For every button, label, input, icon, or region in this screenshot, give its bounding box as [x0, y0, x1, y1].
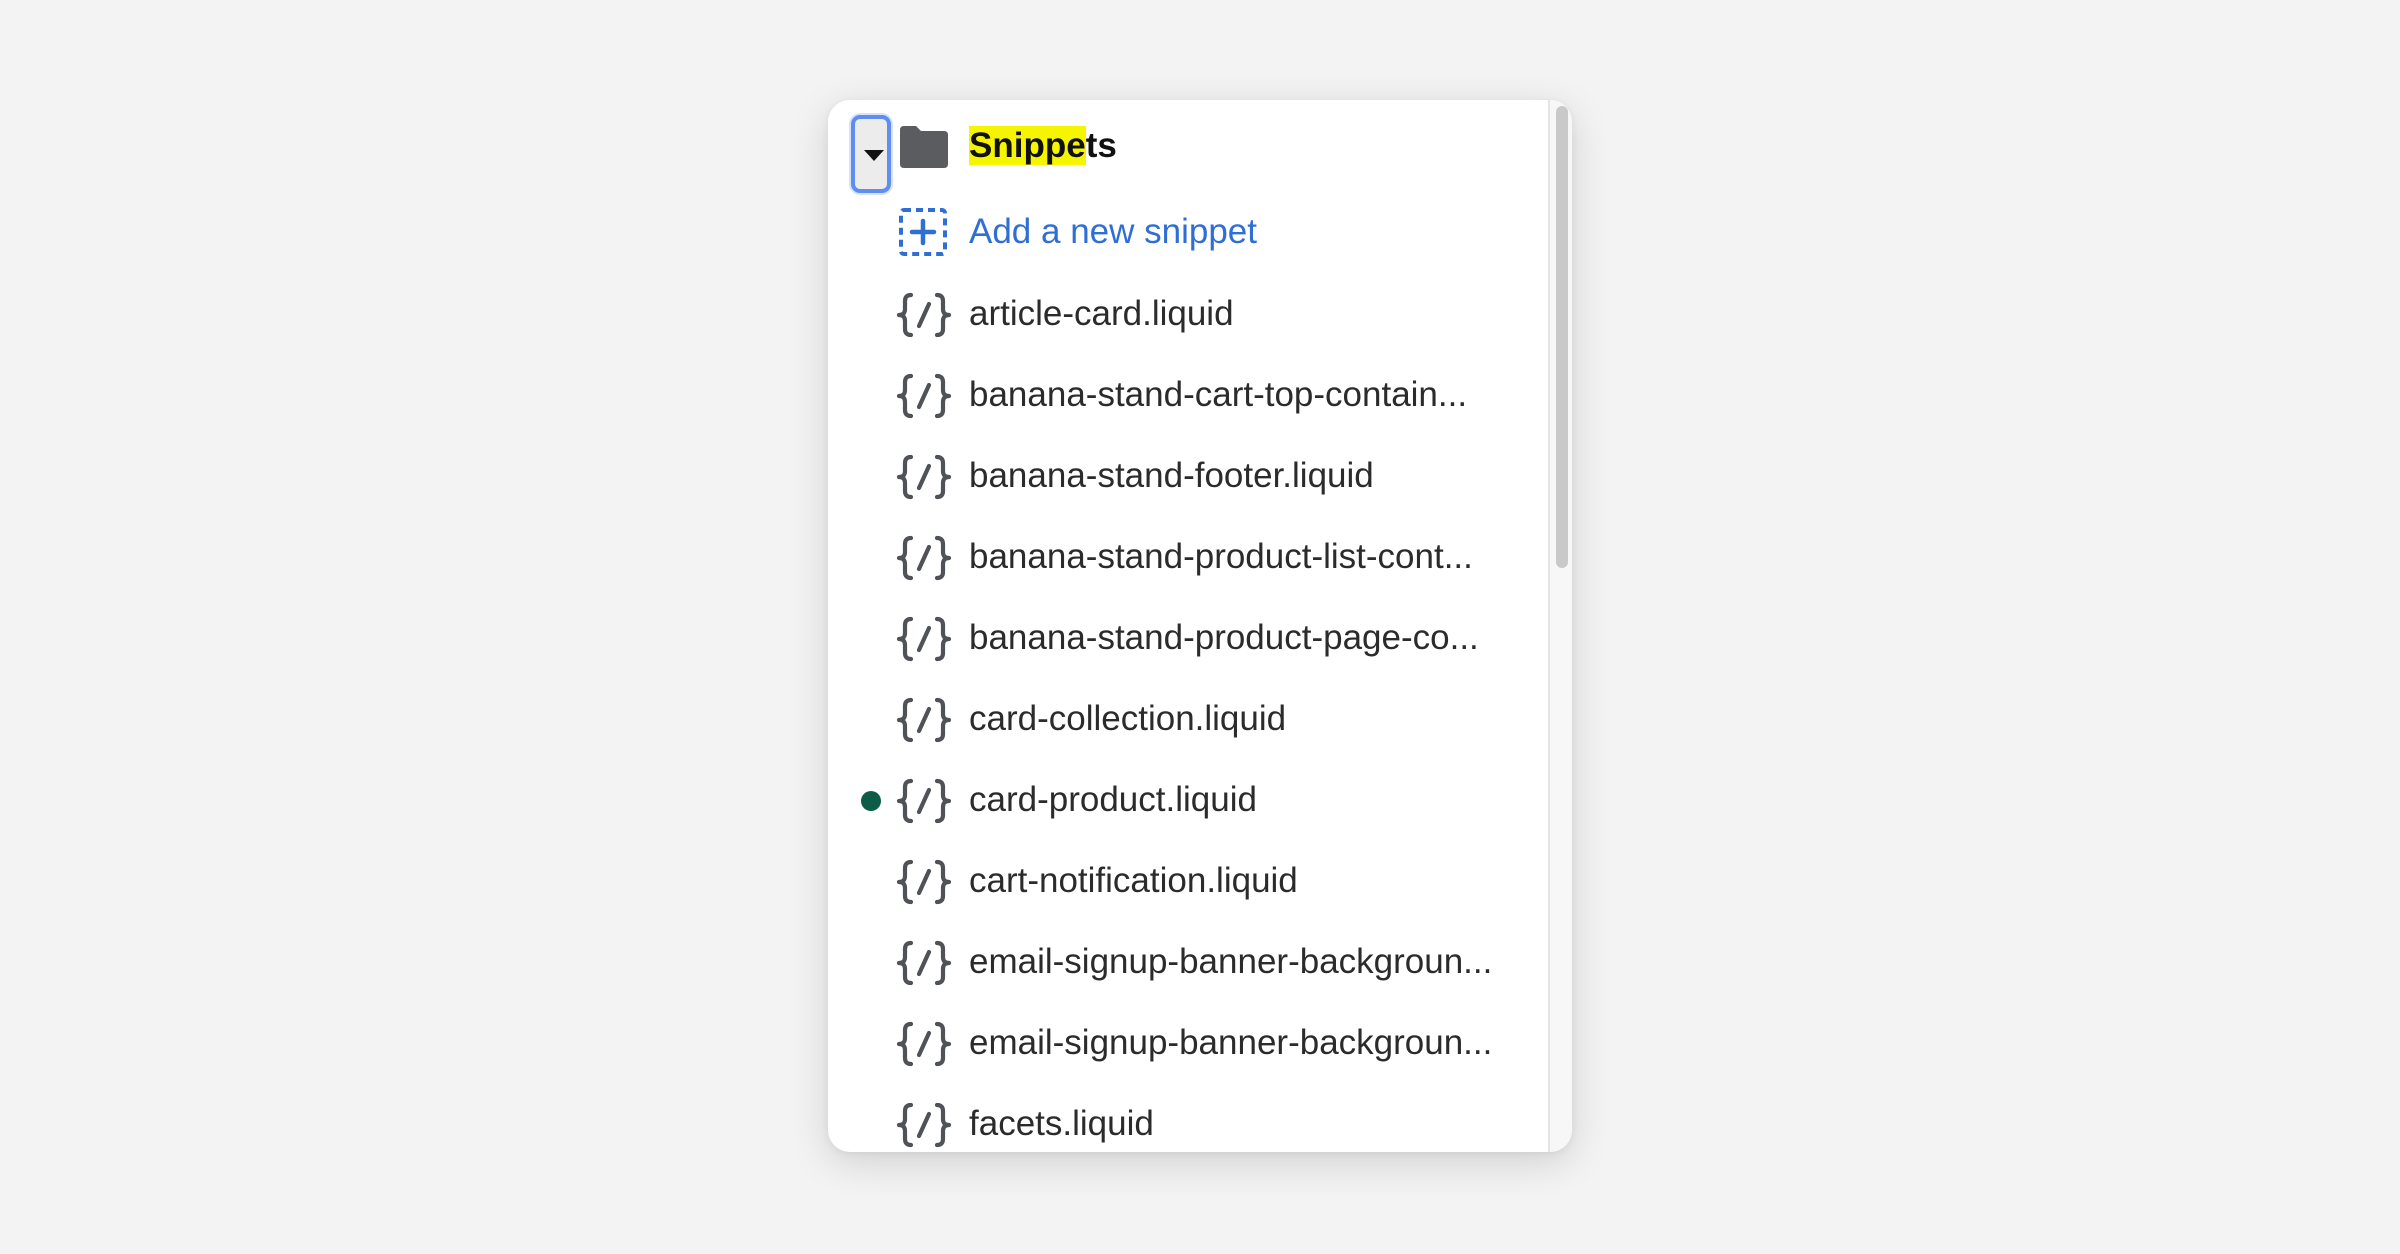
liquid-file-icon [896, 1102, 952, 1148]
snippet-file-name: banana-stand-product-page-co... [969, 618, 1479, 657]
snippet-file-row[interactable]: cart-notification.liquid [828, 842, 1548, 922]
liquid-file-icon [896, 373, 952, 419]
snippet-file-name: banana-stand-footer.liquid [969, 456, 1374, 495]
liquid-file-icon [896, 292, 952, 338]
snippet-file-row[interactable]: facets.liquid [828, 1085, 1548, 1152]
caret-down-icon [864, 150, 884, 161]
snippet-file-name: banana-stand-product-list-cont... [969, 537, 1473, 576]
add-new-snippet-label: Add a new snippet [969, 212, 1257, 251]
snippet-file-row[interactable]: card-product.liquid [828, 761, 1548, 841]
snippet-file-row[interactable]: article-card.liquid [828, 275, 1548, 355]
scrollbar-track[interactable] [1548, 100, 1572, 1152]
snippet-file-name: facets.liquid [969, 1104, 1154, 1143]
snippet-file-name: article-card.liquid [969, 294, 1234, 333]
snippet-file-row[interactable]: banana-stand-product-page-co... [828, 599, 1548, 679]
file-tree-panel: Snippets Add a new snippet article-card.… [828, 100, 1572, 1152]
search-match-highlight: Snippe [969, 126, 1086, 165]
folder-row-snippets[interactable]: Snippets [828, 108, 1548, 193]
liquid-file-icon [896, 940, 952, 986]
snippet-file-row[interactable]: email-signup-banner-backgroun... [828, 1004, 1548, 1084]
snippet-file-name: email-signup-banner-backgroun... [969, 1023, 1493, 1062]
snippet-file-row[interactable]: banana-stand-product-list-cont... [828, 518, 1548, 598]
snippet-file-row[interactable]: email-signup-banner-backgroun... [828, 923, 1548, 1003]
snippet-file-row[interactable]: banana-stand-footer.liquid [828, 437, 1548, 517]
folder-name-rest: ts [1085, 126, 1117, 165]
liquid-file-icon [896, 454, 952, 500]
liquid-file-icon [896, 697, 952, 743]
folder-icon [900, 126, 948, 168]
snippet-file-name: card-collection.liquid [969, 699, 1287, 738]
liquid-file-icon [896, 778, 952, 824]
scrollbar-thumb[interactable] [1556, 106, 1568, 568]
snippet-file-name: email-signup-banner-backgroun... [969, 942, 1493, 981]
snippet-file-row[interactable]: card-collection.liquid [828, 680, 1548, 760]
liquid-file-icon [896, 1021, 952, 1067]
snippet-file-row[interactable]: banana-stand-cart-top-contain... [828, 356, 1548, 436]
snippets-tree: Snippets Add a new snippet article-card.… [828, 100, 1548, 1152]
liquid-file-icon [896, 535, 952, 581]
add-new-snippet-row[interactable]: Add a new snippet [828, 194, 1548, 274]
add-dashed-square-icon [899, 208, 947, 256]
snippet-file-name: cart-notification.liquid [969, 861, 1298, 900]
snippet-file-name: card-product.liquid [969, 780, 1257, 819]
collapse-toggle-button[interactable] [851, 115, 891, 193]
snippet-file-name: banana-stand-cart-top-contain... [969, 375, 1468, 414]
liquid-file-icon [896, 616, 952, 662]
folder-name: Snippets [969, 124, 1117, 168]
modified-indicator-dot [861, 791, 881, 811]
liquid-file-icon [896, 859, 952, 905]
